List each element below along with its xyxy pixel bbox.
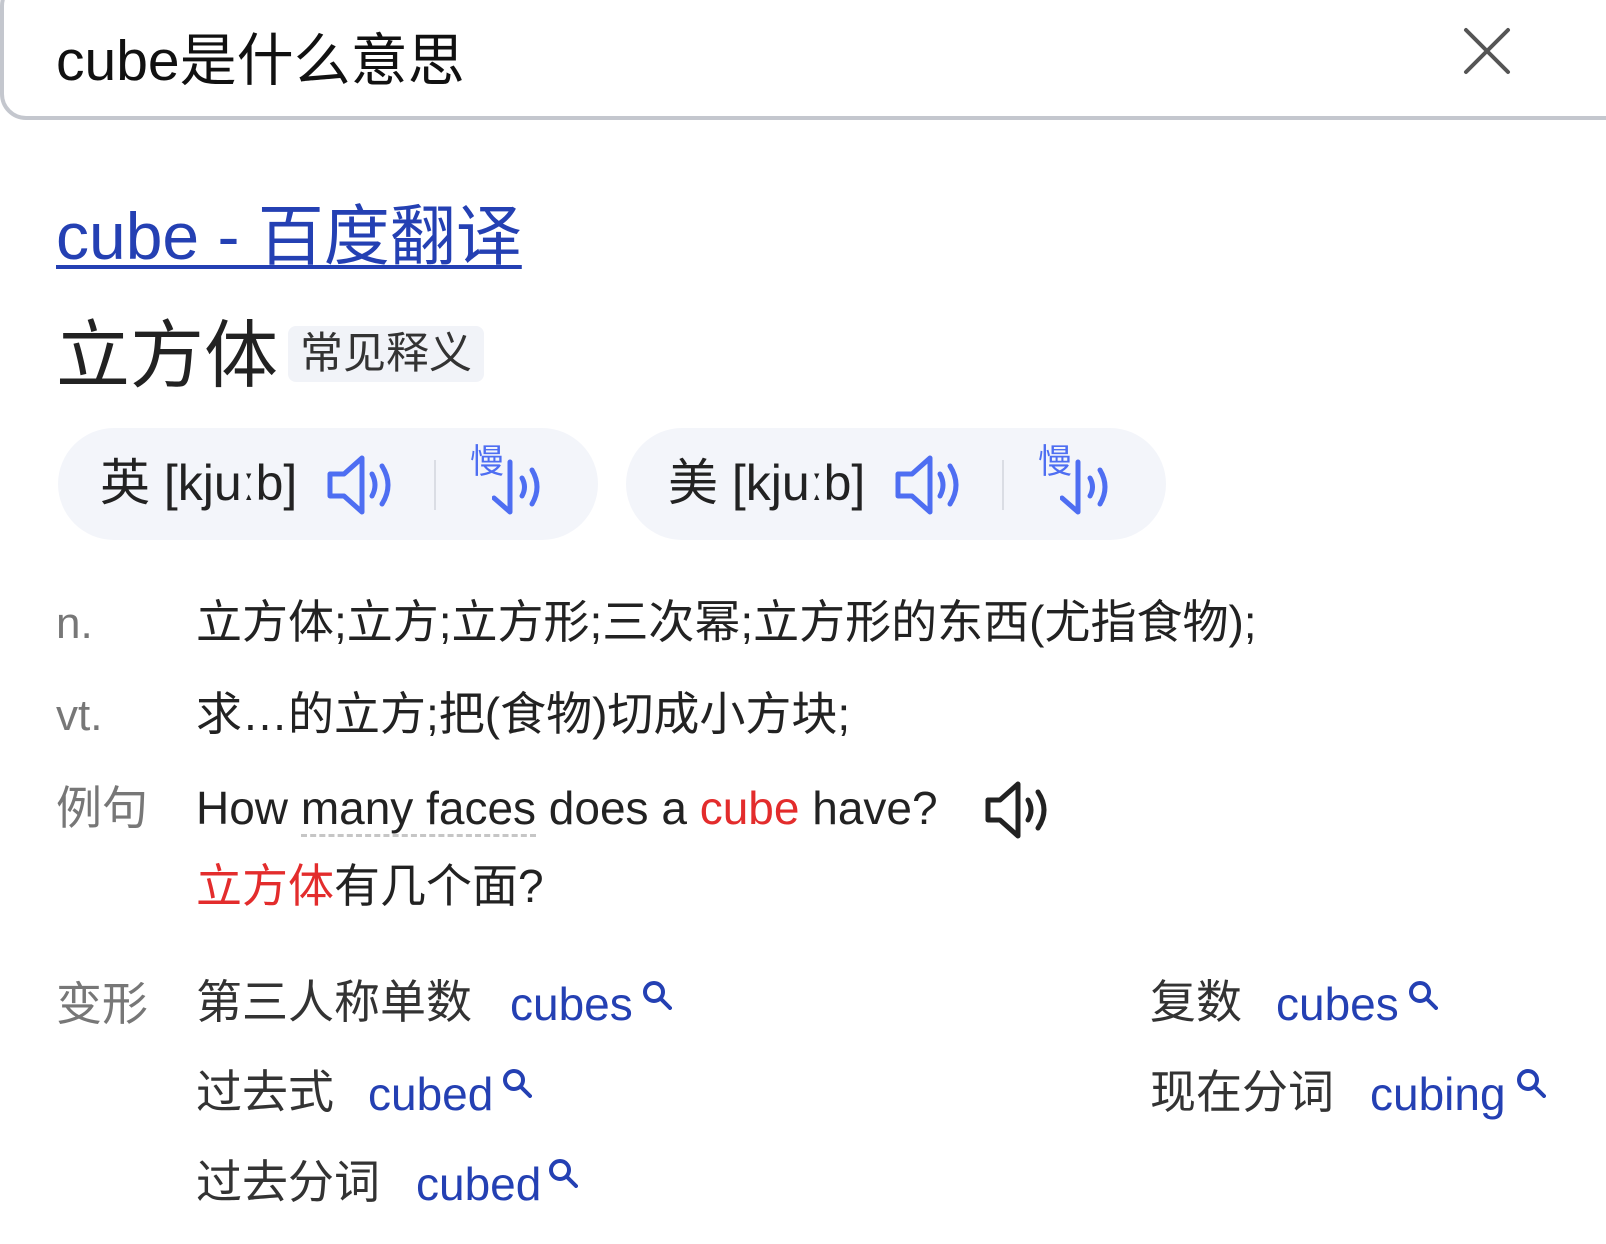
- slow-speaker-button[interactable]: 慢: [470, 444, 548, 524]
- example-text-zh: 有几个面?: [334, 860, 544, 912]
- example-text: have?: [799, 782, 938, 834]
- search-input[interactable]: cube是什么意思: [56, 26, 465, 96]
- form-label-plural: 复数: [1150, 976, 1242, 1028]
- example-sentence-en: How many faces does a cube have?: [196, 780, 938, 837]
- search-box[interactable]: cube是什么意思: [0, 0, 1606, 120]
- form-label-present-participle: 现在分词: [1150, 1066, 1334, 1118]
- form-link-past-participle[interactable]: cubed: [416, 1154, 541, 1214]
- example-text: does a: [536, 782, 700, 834]
- example-label: 例句: [56, 782, 148, 834]
- pill-divider: [1002, 460, 1004, 510]
- form-link-present-participle[interactable]: cubing: [1370, 1064, 1506, 1124]
- slow-speaker-icon: [492, 459, 540, 515]
- example-keyword: cube: [699, 782, 800, 834]
- result-title-link[interactable]: cube - 百度翻译: [56, 196, 522, 276]
- example-speaker-icon[interactable]: [984, 778, 1054, 842]
- example-text: How: [196, 782, 301, 834]
- form-label-third-person: 第三人称单数: [196, 976, 472, 1028]
- form-link-third-person[interactable]: cubes: [510, 974, 633, 1034]
- pronunciation-us: 美 [kjuːb] 慢: [626, 428, 1166, 540]
- search-icon[interactable]: [1408, 980, 1438, 1010]
- slow-speaker-button[interactable]: 慢: [1038, 444, 1116, 524]
- pronunciation-uk-label: 英 [kjuːb]: [100, 455, 298, 511]
- pos-noun: n.: [56, 599, 93, 648]
- example-keyword-zh: 立方体: [196, 860, 334, 912]
- pronunciation-uk: 英 [kjuːb] 慢: [58, 428, 598, 540]
- close-icon[interactable]: [1462, 26, 1512, 76]
- form-label-past-tense: 过去式: [196, 1066, 334, 1118]
- pill-divider: [434, 460, 436, 510]
- definition-noun: 立方体;立方;立方形;三次幂;立方形的东西(尤指食物);: [196, 596, 1257, 648]
- example-sentence-zh: 立方体有几个面?: [196, 858, 544, 914]
- speaker-icon[interactable]: [894, 452, 968, 518]
- speaker-icon[interactable]: [326, 452, 400, 518]
- search-icon[interactable]: [1516, 1068, 1546, 1098]
- form-link-past-tense[interactable]: cubed: [368, 1064, 493, 1124]
- slow-speaker-icon: [1060, 459, 1108, 515]
- headword: 立方体: [56, 314, 278, 397]
- example-phrase-many-faces[interactable]: many faces: [300, 782, 537, 837]
- form-label-past-participle: 过去分词: [196, 1156, 380, 1208]
- forms-label: 变形: [56, 978, 148, 1030]
- search-icon[interactable]: [642, 980, 672, 1010]
- pos-verb: vt.: [56, 691, 103, 740]
- definition-verb: 求…的立方;把(食物)切成小方块;: [196, 688, 851, 740]
- search-icon[interactable]: [502, 1068, 532, 1098]
- search-icon[interactable]: [548, 1158, 578, 1188]
- pronunciation-us-label: 美 [kjuːb]: [668, 455, 866, 511]
- common-meaning-badge: 常见释义: [288, 326, 484, 382]
- form-link-plural[interactable]: cubes: [1276, 974, 1399, 1034]
